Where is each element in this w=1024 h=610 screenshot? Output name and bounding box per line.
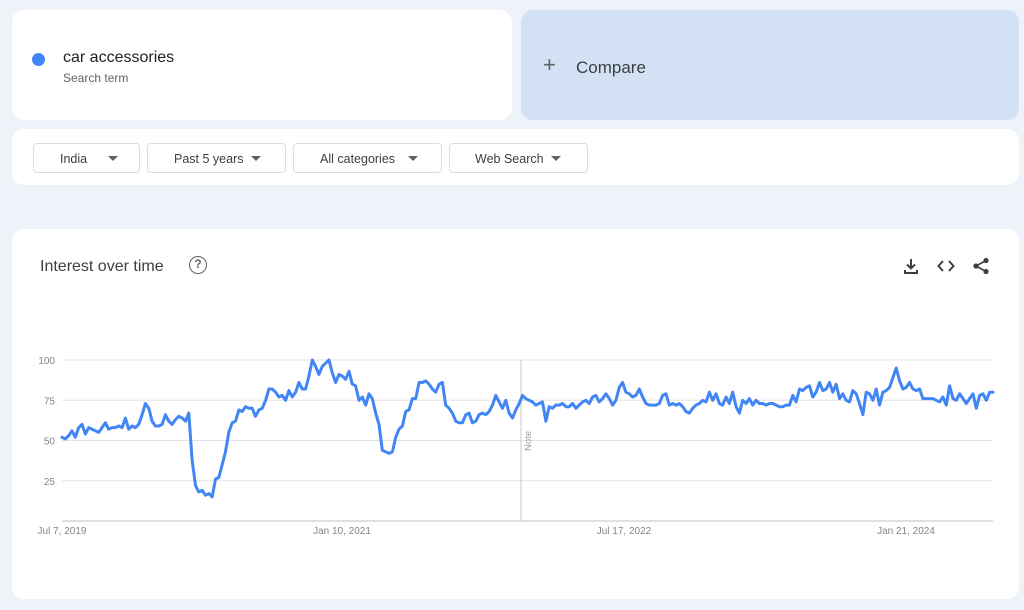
chevron-down-icon	[251, 156, 261, 161]
y-tick-label: 50	[44, 437, 56, 448]
search-term-name[interactable]: car accessories	[63, 49, 174, 67]
region-filter-label: India	[60, 152, 88, 166]
search-term-subtitle: Search term	[63, 71, 129, 85]
chevron-down-icon	[551, 156, 561, 161]
filter-bar: India Past 5 years All categories Web Se…	[12, 129, 1019, 185]
chevron-down-icon	[108, 156, 118, 161]
time-range-filter-dropdown[interactable]: Past 5 years	[147, 143, 286, 173]
note-label: Note	[523, 431, 534, 451]
x-tick-label: Jul 7, 2019	[38, 526, 87, 537]
chevron-down-icon	[408, 156, 418, 161]
search-term-card[interactable]: car accessories Search term	[12, 10, 512, 120]
category-filter-dropdown[interactable]: All categories	[293, 143, 442, 173]
time-range-filter-label: Past 5 years	[174, 152, 244, 166]
region-filter-dropdown[interactable]: India	[33, 143, 140, 173]
search-type-filter-label: Web Search	[475, 152, 544, 166]
search-type-filter-dropdown[interactable]: Web Search	[449, 143, 588, 173]
y-tick-label: 25	[44, 477, 56, 488]
x-tick-label: Jan 10, 2021	[313, 526, 371, 537]
compare-label: Compare	[576, 58, 646, 77]
plus-icon: +	[543, 52, 556, 77]
x-tick-label: Jan 21, 2024	[877, 526, 935, 537]
x-tick-label: Jul 17, 2022	[597, 526, 652, 537]
interest-line-chart: 25 50 75 100 Jul 7, 2019 Jan 10, 2021 Jul 17,…	[38, 356, 995, 537]
y-tick-label: 100	[38, 356, 55, 367]
series-line-car-accessories	[60, 358, 995, 499]
series-color-dot	[32, 53, 45, 66]
y-tick-label: 75	[44, 396, 56, 407]
interest-over-time-panel: Interest over time ? 25 50 75 100 Jul 7, 20…	[12, 229, 1019, 599]
category-filter-label: All categories	[320, 152, 396, 166]
compare-button[interactable]: + Compare	[521, 10, 1019, 120]
